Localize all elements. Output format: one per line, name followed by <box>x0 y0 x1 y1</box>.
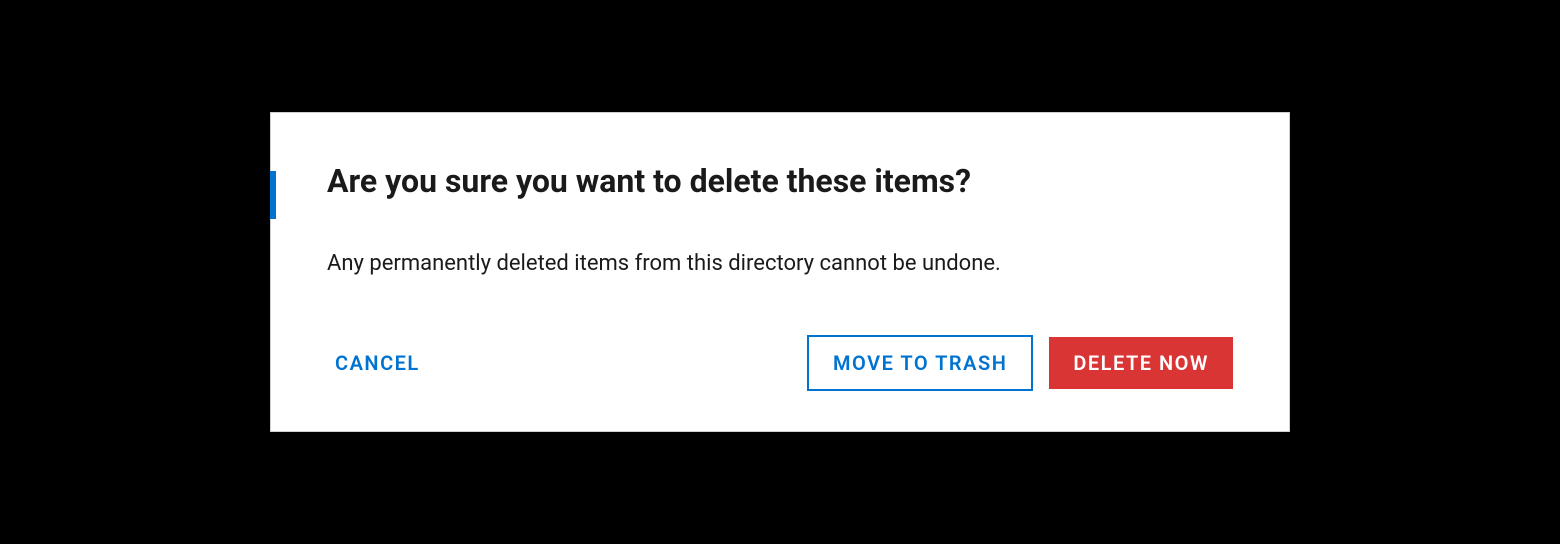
delete-now-button[interactable]: Delete Now <box>1049 337 1233 389</box>
dialog-actions: Cancel Move to Trash Delete Now <box>327 335 1233 391</box>
cancel-button[interactable]: Cancel <box>327 337 428 389</box>
accent-bar <box>270 171 276 219</box>
dialog-title: Are you sure you want to delete these it… <box>327 161 1233 201</box>
confirm-dialog: Are you sure you want to delete these it… <box>270 112 1290 433</box>
move-to-trash-button[interactable]: Move to Trash <box>807 335 1033 391</box>
dialog-body-text: Any permanently deleted items from this … <box>327 249 1233 280</box>
dialog-panel: Are you sure you want to delete these it… <box>270 112 1290 433</box>
